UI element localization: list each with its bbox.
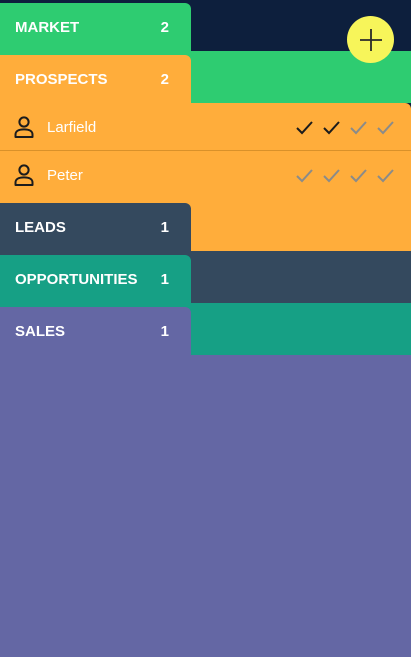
tab-opportunities-label: OPPORTUNITIES bbox=[15, 270, 138, 288]
check-pending-icon bbox=[349, 166, 368, 185]
tab-leads[interactable]: LEADS 1 bbox=[0, 203, 191, 251]
prospect-name: Larfield bbox=[47, 118, 97, 136]
plus-icon bbox=[358, 27, 384, 53]
tab-prospects-label: PROSPECTS bbox=[15, 70, 108, 88]
tab-prospects[interactable]: PROSPECTS 2 bbox=[0, 55, 191, 103]
check-pending-icon bbox=[376, 118, 395, 137]
person-icon bbox=[14, 116, 34, 138]
tab-market-label: MARKET bbox=[15, 18, 80, 36]
tab-sales[interactable]: SALES 1 bbox=[0, 307, 191, 355]
progress-checks bbox=[295, 166, 395, 185]
tab-sales-label: SALES bbox=[15, 322, 66, 340]
prospect-row-peter[interactable]: Peter bbox=[0, 151, 411, 199]
check-pending-icon bbox=[376, 166, 395, 185]
tab-market[interactable]: MARKET 2 bbox=[0, 3, 191, 51]
prospect-name: Peter bbox=[47, 166, 83, 184]
tab-leads-count: 1 bbox=[160, 218, 169, 236]
check-pending-icon bbox=[349, 118, 368, 137]
sales-band bbox=[0, 355, 411, 657]
check-done-icon bbox=[322, 118, 341, 137]
person-icon bbox=[14, 164, 34, 186]
tab-prospects-count: 2 bbox=[160, 70, 169, 88]
tab-market-count: 2 bbox=[160, 18, 169, 36]
check-pending-icon bbox=[295, 166, 314, 185]
tab-opportunities-count: 1 bbox=[160, 270, 169, 288]
tab-sales-count: 1 bbox=[160, 322, 169, 340]
check-done-icon bbox=[295, 118, 314, 137]
add-button[interactable] bbox=[347, 16, 394, 63]
progress-checks bbox=[295, 118, 395, 137]
prospect-row-larfield[interactable]: Larfield bbox=[0, 103, 411, 151]
tab-leads-label: LEADS bbox=[15, 218, 66, 236]
check-pending-icon bbox=[322, 166, 341, 185]
tab-opportunities[interactable]: OPPORTUNITIES 1 bbox=[0, 255, 191, 303]
